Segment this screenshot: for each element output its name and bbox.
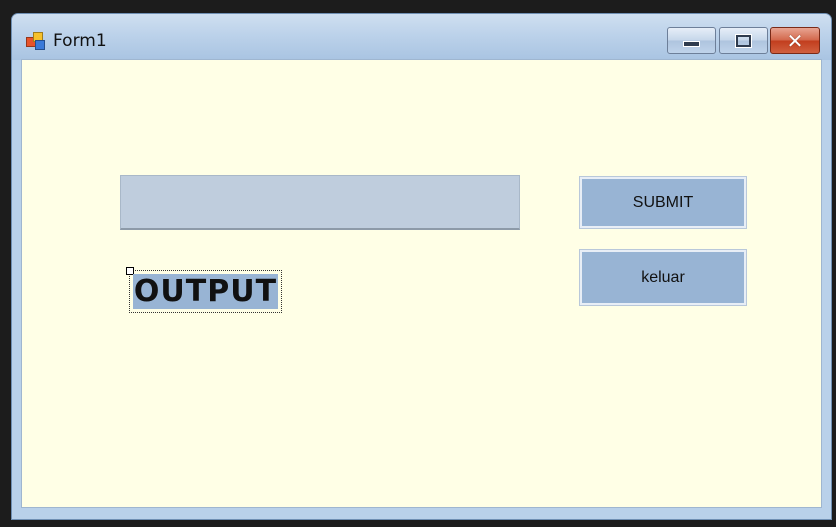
minimize-button[interactable]: [667, 27, 716, 54]
form-client-area: SUBMIT keluar OUTPUT: [21, 59, 822, 508]
output-label-selection[interactable]: OUTPUT: [126, 267, 282, 313]
maximize-button[interactable]: [719, 27, 768, 54]
submit-button-label: SUBMIT: [632, 193, 694, 211]
close-button[interactable]: ✕: [770, 27, 820, 54]
desktop: Form1 ✕ SUBMIT keluar OUTPUT: [0, 0, 836, 527]
close-icon: ✕: [786, 28, 804, 53]
window-title: Form1: [53, 31, 107, 51]
exit-button-label: keluar: [641, 268, 685, 286]
exit-button[interactable]: keluar: [579, 249, 747, 306]
submit-button[interactable]: SUBMIT: [579, 176, 747, 229]
maximize-icon: [735, 33, 752, 48]
app-icon: [26, 32, 48, 50]
minimize-icon: [683, 40, 700, 47]
output-label: OUTPUT: [133, 274, 278, 309]
title-bar[interactable]: Form1 ✕: [12, 14, 831, 60]
input-textbox[interactable]: [120, 175, 520, 230]
app-icon-blue-square: [35, 40, 45, 50]
app-window: Form1 ✕ SUBMIT keluar OUTPUT: [11, 13, 832, 520]
